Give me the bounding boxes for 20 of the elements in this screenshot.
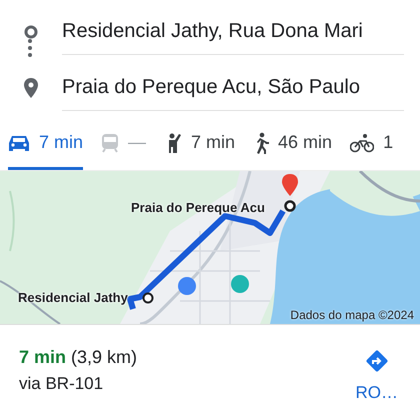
- duration-distance: 7 min (3,9 km): [19, 347, 138, 368]
- destination-marker-icon: [284, 200, 296, 212]
- walk-tab[interactable]: 46 min: [253, 118, 332, 170]
- route-via: via BR-101: [19, 374, 104, 394]
- ride-tab[interactable]: 7 min: [164, 118, 236, 170]
- destination-field[interactable]: Praia do Pereque Acu, São Paulo: [62, 66, 404, 110]
- origin-marker-icon: [142, 292, 154, 304]
- car-icon: [8, 134, 30, 152]
- origin-map-label: Residencial Jathy: [18, 290, 128, 305]
- train-icon: [101, 132, 120, 152]
- cyclist-icon: [350, 132, 374, 152]
- dots-icon: [27, 38, 33, 58]
- origin-icon: [24, 25, 38, 39]
- origin-field[interactable]: Residencial Jathy, Rua Dona Mari: [62, 10, 404, 54]
- destination-map-label: Praia do Pereque Acu: [131, 200, 265, 215]
- map-attribution: Dados do mapa ©2024: [290, 308, 414, 322]
- route-button[interactable]: RO…: [356, 383, 398, 403]
- map-pin-icon: [282, 174, 298, 196]
- pin-icon: [23, 77, 39, 99]
- bike-tab[interactable]: 1: [350, 118, 394, 170]
